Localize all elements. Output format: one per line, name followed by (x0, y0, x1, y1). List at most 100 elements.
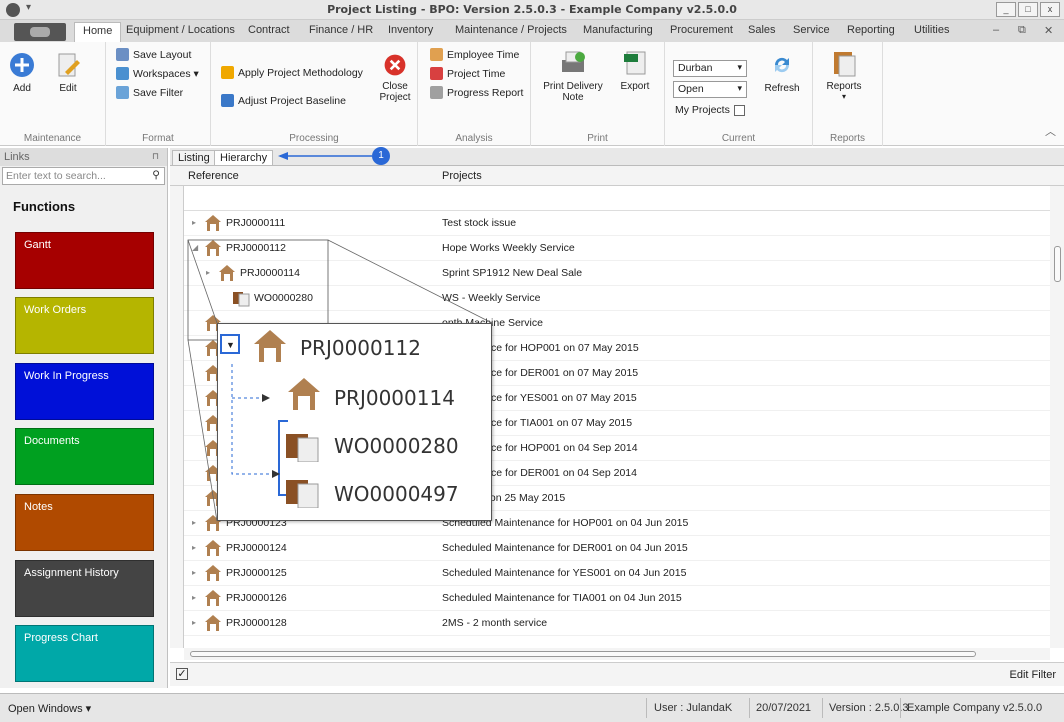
expand-arrow-icon[interactable]: ▸ (192, 518, 196, 527)
status-bar: Open Windows ▾ User : JulandaK 20/07/202… (0, 693, 1064, 722)
column-reference[interactable]: Reference (188, 170, 239, 182)
tab-reporting[interactable]: Reporting (847, 24, 895, 36)
tab-hierarchy[interactable]: Hierarchy (214, 150, 274, 165)
expand-arrow-icon[interactable]: ◢ (192, 243, 198, 252)
expand-arrow-icon[interactable]: ▸ (192, 543, 196, 552)
tab-maintenance-projects[interactable]: Maintenance / Projects (455, 24, 567, 36)
expand-arrow-icon[interactable]: ▸ (192, 593, 196, 602)
work-order-icon (232, 289, 250, 307)
row-reference: PRJ0000111 (226, 217, 286, 229)
ribbon-tab-bar: Home Equipment / Locations Contract Fina… (0, 20, 1064, 42)
search-icon: ⚲ (152, 169, 160, 181)
group-label-analysis: Analysis (455, 133, 493, 144)
ribbon-minimize-icon[interactable]: – (993, 24, 999, 36)
adjust-baseline-button[interactable]: Adjust Project Baseline (221, 94, 346, 107)
ribbon-close-icon[interactable]: ✕ (1044, 24, 1053, 37)
file-menu-button[interactable] (14, 23, 66, 41)
expand-arrow-icon[interactable]: ▸ (192, 618, 196, 627)
my-projects-checkbox[interactable]: My Projects (675, 104, 745, 116)
export-button[interactable]: Export (613, 48, 657, 92)
tab-contract[interactable]: Contract (248, 24, 290, 36)
table-row[interactable]: ▸ PRJ0000114 Sprint SP1912 New Deal Sale (184, 261, 1050, 286)
edit-button[interactable]: Edit (48, 50, 88, 94)
tile-progress-chart[interactable]: Progress Chart (15, 625, 154, 682)
apply-methodology-button[interactable]: Apply Project Methodology (221, 66, 363, 79)
add-button[interactable]: Add (2, 50, 42, 94)
employee-time-button[interactable]: Employee Time (430, 48, 519, 61)
close-project-icon (384, 54, 406, 76)
group-label-format: Format (142, 133, 174, 144)
row-project: Hope Works Weekly Service (442, 242, 575, 254)
table-row[interactable]: ▸ PRJ0000125 Scheduled Maintenance for YES… (184, 561, 1050, 586)
zoom-project-1: PRJ0000112 (300, 336, 421, 360)
filter-row[interactable]: ▼ (170, 186, 1064, 211)
progress-report-button[interactable]: Progress Report (430, 86, 523, 99)
window-title: Project Listing - BPO: Version 2.5.0.3 -… (327, 3, 737, 16)
row-reference: PRJ0000128 (226, 617, 287, 629)
vertical-scrollbar[interactable] (1050, 186, 1064, 648)
expand-arrow-icon[interactable]: ▸ (192, 218, 196, 227)
table-row[interactable]: WO0000280 WS - Weekly Service (184, 286, 1050, 311)
workspaces-dropdown[interactable]: Workspaces ▾ (116, 67, 199, 80)
print-delivery-note-button[interactable]: Print Delivery Note (541, 48, 605, 103)
status-user: User : JulandaK (654, 702, 733, 714)
expand-arrow-icon[interactable]: ▸ (206, 268, 210, 277)
location-select[interactable]: Durban (673, 60, 747, 77)
tab-service[interactable]: Service (793, 24, 830, 36)
export-icon (624, 51, 646, 75)
tab-equipment-locations[interactable]: Equipment / Locations (126, 24, 235, 36)
project-time-button[interactable]: Project Time (430, 67, 505, 80)
open-windows-menu[interactable]: Open Windows ▾ (8, 702, 91, 715)
tab-utilities[interactable]: Utilities (914, 24, 949, 36)
edit-filter-button[interactable]: Edit Filter (1010, 669, 1056, 681)
tile-work-orders[interactable]: Work Orders (15, 297, 154, 354)
tile-assignment-history[interactable]: Assignment History (15, 560, 154, 617)
ribbon-collapse-icon[interactable]: ︿ (1045, 123, 1056, 139)
horizontal-scrollbar[interactable] (184, 648, 1050, 660)
tab-procurement[interactable]: Procurement (670, 24, 733, 36)
work-order-icon-2 (286, 480, 319, 508)
table-row[interactable]: ◢ PRJ0000112 Hope Works Weekly Service (184, 236, 1050, 261)
project-home-icon-2 (288, 378, 320, 410)
row-indicator-column (170, 186, 184, 648)
tab-listing[interactable]: Listing (172, 150, 216, 165)
maximize-button[interactable]: □ (1018, 2, 1038, 17)
add-icon (10, 53, 34, 77)
project-home-icon (204, 614, 222, 632)
tile-notes[interactable]: Notes (15, 494, 154, 551)
ribbon: Add Edit Maintenance Save Layout Workspa… (0, 42, 1064, 146)
tile-gantt[interactable]: Gantt (15, 232, 154, 289)
tile-work-in-progress[interactable]: Work In Progress (15, 363, 154, 420)
progress-report-icon (430, 86, 443, 99)
tab-finance-hr[interactable]: Finance / HR (309, 24, 373, 36)
status-select[interactable]: Open (673, 81, 747, 98)
row-project: Scheduled Maintenance for DER001 on 04 J… (442, 542, 688, 554)
zoom-project-2: PRJ0000114 (334, 386, 455, 410)
refresh-button[interactable]: Refresh (757, 50, 807, 94)
save-filter-button[interactable]: Save Filter (116, 86, 183, 99)
reports-button[interactable]: Reports ▾ (819, 48, 869, 101)
save-layout-button[interactable]: Save Layout (116, 48, 191, 61)
tab-sales[interactable]: Sales (748, 24, 776, 36)
column-projects[interactable]: Projects (442, 170, 482, 182)
tab-manufacturing[interactable]: Manufacturing (583, 24, 653, 36)
table-row[interactable]: ▸ PRJ0000128 2MS - 2 month service (184, 611, 1050, 636)
row-reference: PRJ0000125 (226, 567, 287, 579)
close-project-button[interactable]: Close Project (375, 52, 415, 103)
table-row[interactable]: ▸ PRJ0000111 Test stock issue (184, 211, 1050, 236)
table-row[interactable]: ▸ PRJ0000126 Scheduled Maintenance for TIA… (184, 586, 1050, 611)
close-window-button[interactable]: x (1040, 2, 1060, 17)
project-home-icon (204, 539, 222, 557)
tile-documents[interactable]: Documents (15, 428, 154, 485)
table-row[interactable]: ▸ PRJ0000124 Scheduled Maintenance for DER… (184, 536, 1050, 561)
tab-inventory[interactable]: Inventory (388, 24, 433, 36)
tab-home[interactable]: Home (74, 22, 122, 42)
employee-time-icon (430, 48, 443, 61)
expand-arrow-icon[interactable]: ▸ (192, 568, 196, 577)
links-search-input[interactable]: Enter text to search... ⚲ (2, 167, 165, 185)
ribbon-restore-icon[interactable]: ⧉ (1018, 24, 1026, 37)
filter-enable-checkbox[interactable]: ✓ (176, 668, 188, 680)
minimize-button[interactable]: _ (996, 2, 1016, 17)
pin-icon[interactable]: ⊓ (152, 151, 159, 162)
hierarchy-dashed-lines (231, 364, 280, 478)
